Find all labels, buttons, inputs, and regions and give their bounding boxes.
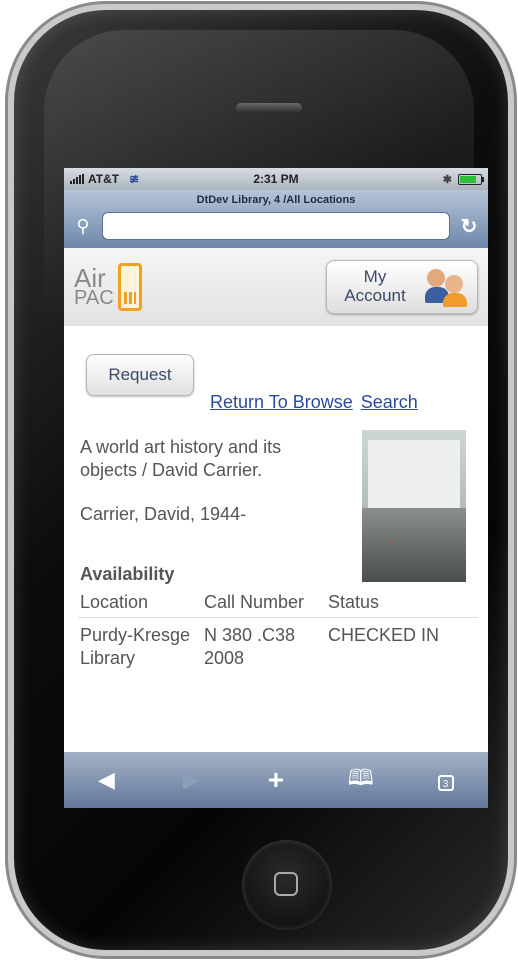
page-header: Air PAC My Account [64, 248, 488, 326]
record-author: Carrier, David, 1944- [80, 504, 247, 524]
status-bar: AT&T ≇ 2:31 PM ✱ [64, 168, 488, 190]
col-location: Location [78, 588, 202, 618]
pages-icon[interactable]: 3 [426, 767, 466, 793]
browser-toolbar: ◀ ▶ + 🕮 3 [64, 752, 488, 808]
my-account-button[interactable]: My Account [326, 260, 478, 314]
clock: 2:31 PM [253, 172, 299, 186]
availability-heading: Availability [80, 564, 175, 584]
logo-line2: PAC [74, 286, 114, 309]
book-cover-image: ― [362, 430, 466, 582]
search-icon[interactable]: ⚲ [72, 216, 94, 237]
cell-location: Purdy-Kresge Library [80, 625, 191, 668]
table-header-row: Location Call Number Status [78, 588, 478, 618]
forward-icon[interactable]: ▶ [171, 767, 211, 793]
phone-logo-icon [117, 263, 142, 311]
airpac-logo[interactable]: Air PAC [74, 263, 142, 311]
availability-table: Location Call Number Status Purdy-Kresge… [78, 588, 478, 675]
cell-status: CHECKED IN [328, 625, 440, 645]
reload-icon[interactable]: ↻ [458, 214, 480, 239]
col-status: Status [326, 588, 478, 618]
search-link[interactable]: Search [361, 392, 418, 412]
request-button[interactable]: Request [86, 354, 194, 396]
bookmarks-icon[interactable]: 🕮 [341, 761, 381, 799]
earpiece [236, 103, 302, 113]
my-account-line2: Account [344, 286, 406, 305]
home-square-icon [274, 872, 298, 896]
home-button[interactable] [242, 840, 332, 930]
add-icon[interactable]: + [256, 764, 296, 796]
cell-call-number: N 380 .C38 2008 [204, 625, 296, 668]
nav-links: Return To Browse Search [210, 392, 426, 413]
my-account-label: My Account [335, 268, 415, 305]
browser-url-bar: DtDev Library, 4 /All Locations ⚲ ↻ [64, 190, 488, 248]
record-title: A world art history and its objects / Da… [80, 437, 282, 480]
people-icon [425, 267, 469, 307]
battery-icon [458, 173, 484, 185]
screen: AT&T ≇ 2:31 PM ✱ DtDev Library, 4 /All L… [64, 168, 488, 808]
url-input[interactable] [102, 212, 450, 240]
page-title: DtDev Library, 4 /All Locations [196, 194, 356, 206]
table-row: Purdy-Kresge Library N 380 .C38 2008 CHE… [78, 618, 478, 676]
col-call-number: Call Number [202, 588, 326, 618]
my-account-line1: My [363, 267, 387, 287]
back-icon[interactable]: ◀ [86, 767, 126, 793]
pages-count: 3 [437, 775, 454, 791]
return-to-browse-link[interactable]: Return To Browse [210, 392, 353, 412]
